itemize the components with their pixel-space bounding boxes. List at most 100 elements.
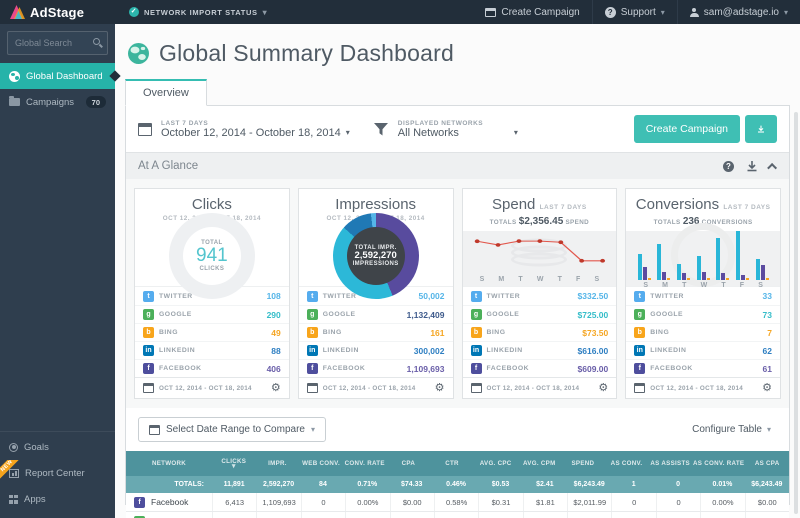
sidebar-item-report-center[interactable]: NEW Report Center [0, 460, 115, 486]
network-value: 1,109,693 [407, 364, 445, 374]
compare-date-range-button[interactable]: Select Date Range to Compare ▾ [138, 417, 326, 442]
network-row-linkedin: in LINKEDIN $616.00 [463, 341, 617, 359]
metrics-table: NETWORKCLICKS▾IMPR.WEB CONV.CONV. RATECP… [126, 451, 789, 518]
network-value: $616.00 [578, 346, 609, 356]
network-row-bing: bBING49 [135, 323, 289, 341]
network-value: $609.00 [578, 364, 609, 374]
column-header-conv-rate[interactable]: CONV. RATE [343, 456, 387, 471]
gear-icon[interactable]: ⚙ [271, 383, 281, 394]
bar-group-4 [697, 256, 710, 280]
network-value: 406 [267, 364, 281, 374]
network-label: LINKEDIN [487, 347, 523, 354]
export-button[interactable] [745, 115, 777, 143]
table-row-google: gGoogle4,8841,132,409841.72%$25.770.43%$… [126, 512, 789, 518]
network-label: FACEBOOK [159, 365, 202, 372]
sidebar: Global Dashboard Campaigns 70 Goals NEW … [0, 24, 115, 518]
user-icon [690, 8, 699, 17]
network-row-linkedin: inLINKEDIN300,002 [299, 341, 453, 359]
network-label: LINKEDIN [159, 347, 195, 354]
bar-primary [697, 256, 701, 280]
column-header-clicks[interactable]: CLICKS▾ [212, 454, 256, 473]
collapse-icon[interactable] [767, 162, 777, 172]
sidebar-item-campaigns[interactable]: Campaigns 70 [0, 89, 115, 115]
card-footer: OCT 12, 2014 - OCT 18, 2014 ⚙ [135, 377, 289, 398]
displayed-networks-selector[interactable]: DISPLAYED NETWORKS All Networks▾ [398, 120, 518, 139]
download-icon[interactable] [746, 160, 758, 172]
filter-bar: LAST 7 DAYS October 12, 2014 - October 1… [126, 106, 789, 152]
bar-secondary [662, 272, 666, 280]
table-cell: 0 [611, 512, 655, 518]
help-icon[interactable]: ? [723, 161, 734, 172]
network-label: GOOGLE [650, 311, 683, 318]
configure-table-button[interactable]: Configure Table ▾ [686, 420, 777, 439]
column-header-network[interactable]: NETWORK [126, 456, 212, 471]
main-content: Global Summary Dashboard Overview LAST 7… [115, 24, 800, 518]
table-cell: 0 [656, 512, 700, 518]
column-header-as-cpa[interactable]: AS CPA [745, 456, 789, 471]
gear-icon[interactable]: ⚙ [598, 383, 608, 394]
column-header-cpa[interactable]: CPA [387, 456, 431, 471]
check-icon: ✓ [129, 7, 139, 17]
linkedin-icon: in [471, 345, 482, 356]
adstage-logo[interactable]: AdStage [0, 5, 115, 20]
column-header-web-conv-[interactable]: WEB CONV. [299, 456, 343, 471]
network-value: 161 [430, 328, 444, 338]
bar-minor [746, 278, 749, 280]
network-value: 7 [767, 328, 772, 338]
bar-group-6 [736, 231, 749, 280]
conversions-bar-chart: SMTWTFS [626, 231, 780, 286]
create-campaign-button[interactable]: Create Campaign [634, 115, 740, 143]
bar-primary [756, 259, 760, 280]
card-title: Conversions LAST 7 DAYS [626, 189, 780, 213]
totals-cell: $74.33 [390, 481, 434, 488]
filter-actions: Create Campaign [634, 115, 777, 143]
column-header-impr-[interactable]: IMPR. [256, 456, 300, 471]
date-range-selector[interactable]: LAST 7 DAYS October 12, 2014 - October 1… [161, 120, 350, 139]
column-header-ctr[interactable]: CTR [430, 456, 474, 471]
column-header-avg-cpc[interactable]: AVG. CPC [474, 456, 518, 471]
facebook-icon: f [134, 497, 145, 508]
network-label: FACEBOOK [487, 365, 530, 372]
column-header-spend[interactable]: SPEND [561, 456, 605, 471]
day-label: S [480, 276, 485, 283]
conversion-bars [626, 225, 780, 282]
network-row-facebook: fFACEBOOK1,109,693 [299, 359, 453, 377]
calendar-icon [143, 383, 154, 393]
column-header-as-conv-rate[interactable]: AS CONV. RATE [692, 456, 745, 471]
page-header: Global Summary Dashboard [127, 40, 800, 67]
network-name-cell: fFacebook [126, 493, 212, 511]
scrollbar[interactable] [794, 112, 798, 514]
column-header-avg-cpm[interactable]: AVG. CPM [517, 456, 561, 471]
table-cell: 84 [301, 512, 345, 518]
topbar-right: Create Campaign ? Support ▾ sam@adstage.… [473, 0, 800, 24]
table-cell: 0.00% [700, 493, 744, 511]
tab-overview[interactable]: Overview [125, 79, 207, 106]
bar-group-2 [657, 244, 670, 280]
bar-primary [638, 254, 642, 280]
network-import-status[interactable]: ✓ NETWORK IMPORT STATUS ▾ [129, 7, 267, 17]
table-cell: $1.81 [523, 493, 567, 511]
network-name-cell: gGoogle [126, 512, 212, 518]
search-icon [93, 38, 100, 45]
sidebar-item-goals[interactable]: Goals [0, 434, 115, 460]
totals-cell: 84 [301, 481, 345, 488]
gear-icon[interactable]: ⚙ [435, 383, 445, 394]
network-value: 73 [763, 310, 772, 320]
download-icon [757, 123, 765, 135]
network-row-bing: bBING$73.50 [463, 323, 617, 341]
create-campaign-link[interactable]: Create Campaign [473, 0, 591, 24]
spend-card: Spend LAST 7 DAYS TOTALS $2,356.45 SPEND… [462, 188, 618, 399]
sidebar-item-apps[interactable]: Apps [0, 486, 115, 512]
column-header-as-conv-[interactable]: AS CONV. [605, 456, 649, 471]
account-menu[interactable]: sam@adstage.io ▾ [677, 0, 800, 24]
linkedin-icon: in [143, 345, 154, 356]
totals-label: TOTALS: [126, 481, 212, 488]
support-menu[interactable]: ? Support ▾ [592, 0, 677, 24]
gear-icon[interactable]: ⚙ [762, 383, 772, 394]
sidebar-item-global-dashboard[interactable]: Global Dashboard [0, 63, 115, 89]
target-icon [9, 443, 18, 452]
globe-icon [9, 71, 20, 82]
column-header-as-assists[interactable]: AS ASSISTS [648, 456, 692, 471]
table-cell: $0.00 [745, 512, 789, 518]
network-label: GOOGLE [487, 311, 520, 318]
